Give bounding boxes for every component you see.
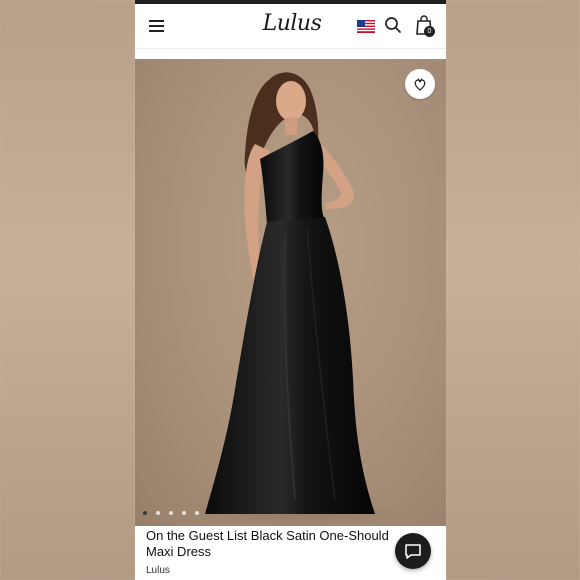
logo[interactable]: Lulus <box>257 9 327 39</box>
search-icon[interactable] <box>384 16 402 34</box>
product-title-line-1: On the Guest List Black Satin One-Should <box>146 528 389 543</box>
carousel-dot-5[interactable] <box>195 511 199 515</box>
product-brand[interactable]: Lulus <box>146 565 170 576</box>
heart-icon <box>414 78 426 91</box>
carousel-dot-2[interactable] <box>156 511 160 515</box>
carousel-dot-3[interactable] <box>169 511 173 515</box>
favorite-button[interactable] <box>405 69 435 99</box>
hamburger-menu-icon[interactable] <box>149 19 165 33</box>
cart-count-badge: 0 <box>424 26 435 37</box>
blurred-backdrop-left <box>0 0 135 580</box>
chat-button[interactable] <box>395 533 431 569</box>
site-header: Lulus 0 <box>135 4 446 49</box>
model-in-dress-illustration <box>190 72 410 526</box>
us-flag-icon[interactable] <box>357 20 375 33</box>
header-spacer <box>135 49 446 59</box>
carousel-dot-4[interactable] <box>182 511 186 515</box>
product-image[interactable] <box>135 59 446 526</box>
product-title: On the Guest List Black Satin One-Should… <box>146 528 408 560</box>
product-title-line-2: Maxi Dress <box>146 544 212 559</box>
carousel-dot-1[interactable] <box>143 511 147 515</box>
chat-bubble-icon <box>405 544 421 559</box>
phone-screen: Lulus 0 On the Guest List Black Satin On… <box>135 0 446 580</box>
blurred-backdrop-right <box>446 0 580 580</box>
